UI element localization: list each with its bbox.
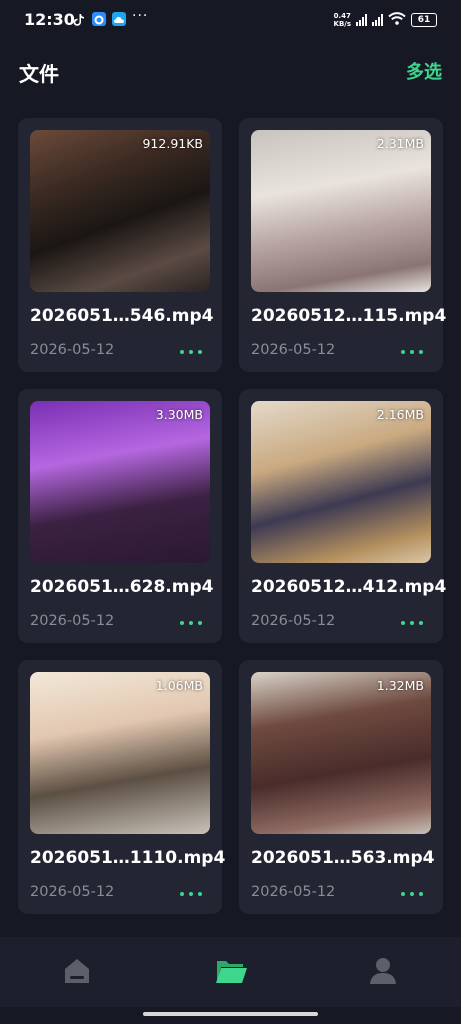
more-options-icon[interactable] [401,892,423,896]
video-thumbnail[interactable]: 2.31MB [251,130,431,292]
file-name: 2026051…1110.mp4 [30,848,226,868]
page-title: 文件 [19,62,59,86]
more-options-icon[interactable] [401,621,423,625]
app-icon-blue [92,12,106,26]
file-size: 1.32MB [376,678,424,693]
file-size: 2.16MB [376,407,424,422]
more-options-icon[interactable] [180,350,202,354]
file-card[interactable]: 912.91KB 2026051…546.mp4 2026-05-12 [18,118,222,372]
speed-unit: KB/s [333,19,351,28]
file-date: 2026-05-12 [30,884,115,900]
file-name: 20260512…115.mp4 [251,306,447,326]
cloud-icon [112,12,126,26]
status-bar: 12:30 ··· 0.47 KB/s 61 [0,0,461,40]
signal-icon-2 [372,13,383,26]
file-date: 2026-05-12 [30,342,115,358]
file-date: 2026-05-12 [251,342,336,358]
person-icon [370,958,396,984]
multi-select-button[interactable]: 多选 [406,58,442,84]
video-thumbnail[interactable]: 3.30MB [30,401,210,563]
folder-icon [216,961,247,983]
nav-home[interactable] [57,953,97,989]
speed-value: 0.47 [333,11,351,20]
file-grid: 912.91KB 2026051…546.mp4 2026-05-12 2.31… [18,118,447,914]
nav-profile[interactable] [363,953,403,989]
file-date: 2026-05-12 [30,613,115,629]
more-options-icon[interactable] [401,350,423,354]
status-time: 12:30 [24,10,75,29]
file-size: 1.06MB [155,678,203,693]
file-size: 3.30MB [155,407,203,422]
file-date: 2026-05-12 [251,613,336,629]
notification-icons [72,12,126,26]
more-options-icon[interactable] [180,892,202,896]
file-size: 912.91KB [142,136,203,151]
video-thumbnail[interactable]: 1.06MB [30,672,210,834]
tiktok-icon [72,12,86,26]
signal-icon-1 [356,13,367,26]
file-card[interactable]: 3.30MB 2026051…628.mp4 2026-05-12 [18,389,222,643]
more-options-icon[interactable] [180,621,202,625]
video-thumbnail[interactable]: 912.91KB [30,130,210,292]
file-card[interactable]: 2.31MB 20260512…115.mp4 2026-05-12 [239,118,447,372]
file-name: 20260512…412.mp4 [251,577,447,597]
network-speed: 0.47 KB/s [334,12,351,28]
battery-icon: 61 [411,12,437,27]
more-notifications-icon: ··· [132,8,149,24]
nav-files[interactable] [211,953,251,989]
video-thumbnail[interactable]: 2.16MB [251,401,431,563]
file-size: 2.31MB [376,136,424,151]
home-indicator[interactable] [143,1012,318,1016]
wifi-icon [388,10,406,29]
file-date: 2026-05-12 [251,884,336,900]
file-name: 2026051…546.mp4 [30,306,214,326]
header: 文件 多选 [0,52,461,92]
home-icon [65,959,89,983]
file-card[interactable]: 1.06MB 2026051…1110.mp4 2026-05-12 [18,660,226,914]
file-card[interactable]: 1.32MB 2026051…563.mp4 2026-05-12 [239,660,443,914]
file-name: 2026051…628.mp4 [30,577,214,597]
bottom-nav [0,937,461,1007]
file-card[interactable]: 2.16MB 20260512…412.mp4 2026-05-12 [239,389,447,643]
file-name: 2026051…563.mp4 [251,848,435,868]
video-thumbnail[interactable]: 1.32MB [251,672,431,834]
status-indicators: 0.47 KB/s 61 [334,10,437,29]
